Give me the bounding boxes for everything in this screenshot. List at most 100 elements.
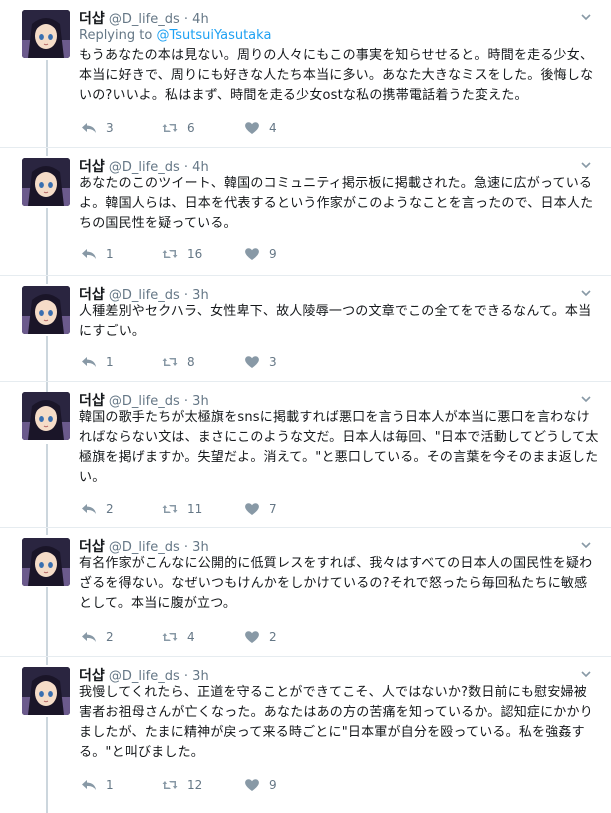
- like-button[interactable]: 4: [244, 120, 277, 136]
- thread-line: [46, 587, 48, 665]
- retweet-button[interactable]: 11: [162, 501, 202, 517]
- mention-link[interactable]: @TsutsuiYasutaka: [156, 28, 271, 43]
- tweet-header: 더샵 @D_life_ds · 3h: [79, 390, 209, 409]
- retweet-count: 11: [187, 502, 203, 516]
- user-handle[interactable]: @D_life_ds: [109, 12, 180, 27]
- retweet-icon: [162, 250, 178, 258]
- user-handle[interactable]: @D_life_ds: [109, 160, 180, 175]
- heart-icon: [245, 248, 259, 260]
- like-count: 7: [269, 502, 277, 516]
- tweet-text: 我慢してくれたら、正道を守ることができてこそ、人ではないか?数日前にも慰安婦被害…: [79, 685, 593, 760]
- reply-button[interactable]: 1: [81, 777, 114, 793]
- tweet-text: 韓国の歌手たちが太極旗をsnsに掲載すれば悪口を言う日本人が本当に悪口を言わなけ…: [79, 410, 599, 485]
- like-button[interactable]: 3: [244, 354, 277, 370]
- display-name[interactable]: 더샵: [79, 393, 105, 409]
- like-button[interactable]: 7: [244, 501, 277, 517]
- chevron-down-icon[interactable]: [581, 288, 591, 298]
- tweet-divider: [0, 527, 611, 528]
- reply-button[interactable]: 3: [81, 120, 114, 136]
- tweet-header: 더샵 @D_life_ds · 3h: [79, 284, 209, 303]
- retweet-count: 8: [187, 355, 195, 369]
- reply-icon: [82, 123, 96, 133]
- tweet-header: 더샵 @D_life_ds · 3h: [79, 536, 209, 555]
- separator-dot: ·: [183, 160, 189, 175]
- reply-count: 1: [106, 355, 114, 369]
- tweet-actions: 1 12 9: [79, 777, 379, 793]
- retweet-icon: [162, 124, 178, 132]
- retweet-button[interactable]: 16: [162, 246, 202, 262]
- reply-count: 3: [106, 121, 114, 135]
- chevron-down-icon[interactable]: [581, 394, 591, 404]
- separator-dot: ·: [183, 669, 189, 684]
- tweet-actions: 1 8 3: [79, 354, 379, 370]
- display-name[interactable]: 더샵: [79, 11, 105, 27]
- reply-button[interactable]: 1: [81, 354, 114, 370]
- heart-icon: [245, 503, 259, 515]
- tweet-actions: 2 4 2: [79, 629, 379, 645]
- display-name[interactable]: 더샵: [79, 668, 105, 684]
- chevron-down-icon[interactable]: [581, 669, 591, 679]
- retweet-button[interactable]: 4: [162, 629, 195, 645]
- like-count: 2: [269, 630, 277, 644]
- tweet-actions: 1 16 9: [79, 246, 379, 262]
- user-handle[interactable]: @D_life_ds: [109, 540, 180, 555]
- like-count: 3: [269, 355, 277, 369]
- user-handle[interactable]: @D_life_ds: [109, 394, 180, 409]
- tweet-actions: 2 11 7: [79, 501, 379, 517]
- display-name[interactable]: 더샵: [79, 159, 105, 175]
- tweet-divider: [0, 275, 611, 276]
- retweet-button[interactable]: 12: [162, 777, 202, 793]
- user-handle[interactable]: @D_life_ds: [109, 669, 180, 684]
- timestamp[interactable]: 3h: [192, 669, 209, 684]
- reply-icon: [82, 249, 96, 259]
- timestamp[interactable]: 3h: [192, 540, 209, 555]
- avatar[interactable]: [22, 10, 70, 58]
- retweet-icon: [162, 505, 178, 513]
- chevron-down-icon[interactable]: [581, 160, 591, 170]
- separator-dot: ·: [183, 394, 189, 409]
- reply-button[interactable]: 1: [81, 246, 114, 262]
- retweet-button[interactable]: 8: [162, 354, 195, 370]
- reply-icon: [82, 357, 96, 367]
- separator-dot: ·: [183, 540, 189, 555]
- retweet-icon: [162, 633, 178, 641]
- chevron-down-icon[interactable]: [581, 12, 591, 22]
- timestamp[interactable]: 3h: [192, 288, 209, 303]
- thread-line: [46, 717, 48, 813]
- reply-count: 2: [106, 630, 114, 644]
- like-button[interactable]: 9: [244, 246, 277, 262]
- heart-icon: [245, 779, 259, 791]
- separator-dot: ·: [183, 12, 189, 27]
- chevron-down-icon[interactable]: [581, 540, 591, 550]
- tweet-header: 더샵 @D_life_ds · 4h: [79, 8, 209, 27]
- reply-icon: [82, 632, 96, 642]
- timestamp[interactable]: 4h: [192, 160, 209, 175]
- timestamp[interactable]: 4h: [192, 12, 209, 27]
- tweet-divider: [0, 147, 611, 148]
- like-button[interactable]: 9: [244, 777, 277, 793]
- avatar[interactable]: [22, 667, 70, 715]
- user-handle[interactable]: @D_life_ds: [109, 288, 180, 303]
- reply-button[interactable]: 2: [81, 501, 114, 517]
- display-name[interactable]: 더샵: [79, 539, 105, 555]
- avatar[interactable]: [22, 286, 70, 334]
- retweet-button[interactable]: 6: [162, 120, 195, 136]
- replying-to: Replying to @TsutsuiYasutaka: [79, 28, 271, 43]
- tweet-actions: 3 6 4: [79, 120, 379, 136]
- timestamp[interactable]: 3h: [192, 394, 209, 409]
- display-name[interactable]: 더샵: [79, 287, 105, 303]
- like-button[interactable]: 2: [244, 629, 277, 645]
- reply-icon: [82, 780, 96, 790]
- avatar[interactable]: [22, 538, 70, 586]
- tweet-header: 더샵 @D_life_ds · 4h: [79, 156, 209, 175]
- like-count: 4: [269, 121, 277, 135]
- reply-button[interactable]: 2: [81, 629, 114, 645]
- thread-line: [46, 444, 48, 535]
- avatar[interactable]: [22, 158, 70, 206]
- retweet-count: 16: [187, 247, 203, 261]
- heart-icon: [245, 631, 259, 643]
- avatar[interactable]: [22, 392, 70, 440]
- like-count: 9: [269, 247, 277, 261]
- thread-line: [46, 208, 48, 284]
- reply-count: 2: [106, 502, 114, 516]
